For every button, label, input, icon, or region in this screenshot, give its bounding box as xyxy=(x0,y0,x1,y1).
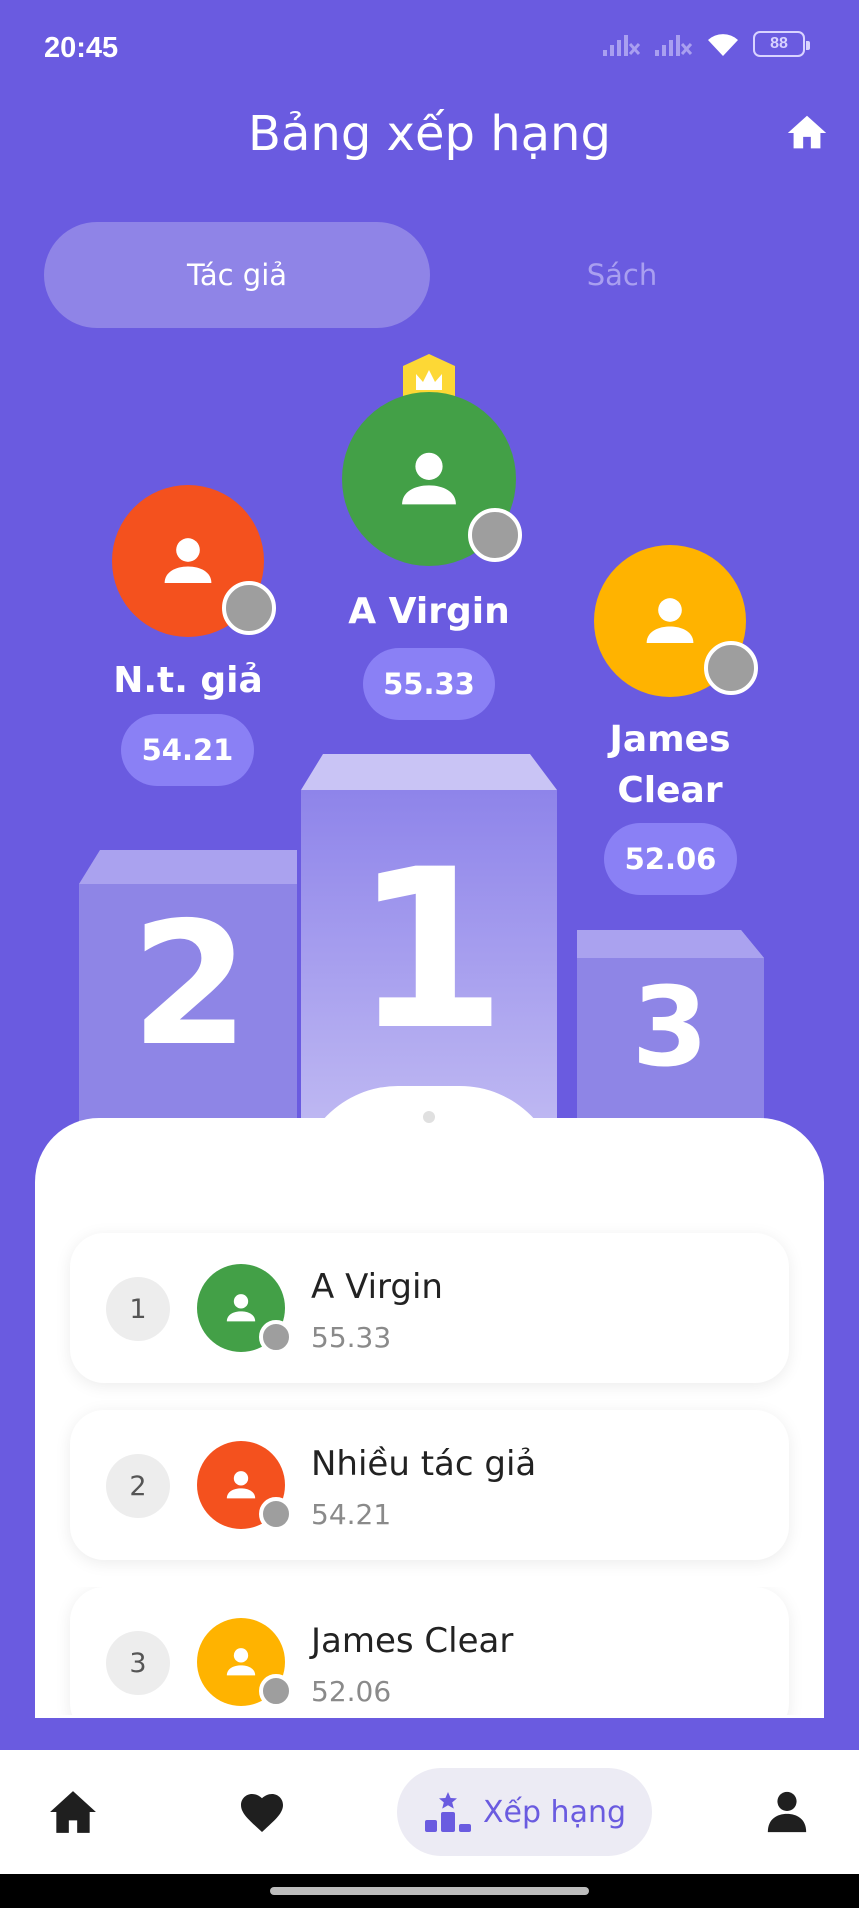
nav-ranking[interactable]: Xếp hạng xyxy=(397,1768,652,1856)
list-item[interactable]: 2 Nhiều tác giả 54.21 xyxy=(70,1410,789,1560)
status-dot xyxy=(704,641,758,695)
status-icons: 88 xyxy=(601,30,810,58)
podium-rank-1: 1 xyxy=(353,822,507,1078)
home-icon[interactable] xyxy=(48,1789,98,1835)
rank-number: 2 xyxy=(106,1454,170,1518)
avatar xyxy=(197,1264,293,1354)
list-clip: 3 James Clear 52.06 xyxy=(35,1587,824,1715)
list-item-name: A Virgin xyxy=(311,1267,443,1307)
person-icon xyxy=(226,1294,256,1322)
avatar-first[interactable] xyxy=(342,392,522,566)
avatar-third[interactable] xyxy=(594,545,758,697)
list-item-name: James Clear xyxy=(311,1621,514,1661)
list-item[interactable]: 1 A Virgin 55.33 xyxy=(70,1233,789,1383)
person-icon xyxy=(226,1471,256,1499)
heart-icon[interactable] xyxy=(238,1790,286,1834)
podium-rank-2: 2 xyxy=(130,886,250,1084)
podium-icon xyxy=(424,1792,471,1832)
signal-off-icon-2 xyxy=(655,35,693,56)
page-title: Bảng xếp hạng xyxy=(248,106,611,162)
avatar xyxy=(197,1618,293,1708)
wifi-icon xyxy=(708,34,738,56)
battery-icon: 88 xyxy=(753,31,810,57)
status-dot xyxy=(259,1674,293,1708)
second-place-name: N.t. giả xyxy=(113,660,263,701)
first-place-score: 55.33 xyxy=(363,648,495,720)
person-icon xyxy=(164,538,212,583)
person-icon xyxy=(402,452,456,505)
person-icon xyxy=(646,598,694,643)
tab-books[interactable]: Sách xyxy=(429,222,815,328)
status-dot xyxy=(468,508,522,562)
tab-authors[interactable]: Tác giả xyxy=(44,222,430,328)
nav-ranking-label: Xếp hạng xyxy=(482,1794,627,1830)
person-icon xyxy=(226,1648,256,1676)
third-place-name-line2: Clear xyxy=(617,770,723,811)
list-item-score: 54.21 xyxy=(311,1498,392,1531)
status-dot xyxy=(259,1497,293,1531)
third-place-name-line1: James xyxy=(609,719,731,760)
avatar xyxy=(197,1441,293,1531)
list-item[interactable]: 3 James Clear 52.06 xyxy=(70,1587,789,1715)
list-item-score: 55.33 xyxy=(311,1321,392,1354)
signal-off-icon xyxy=(603,35,641,56)
first-place-name: A Virgin xyxy=(348,591,510,632)
home-icon[interactable] xyxy=(784,110,830,156)
sheet-handle-dot xyxy=(423,1111,435,1123)
status-dot xyxy=(259,1320,293,1354)
person-icon[interactable] xyxy=(764,1788,810,1834)
rank-number: 3 xyxy=(106,1631,170,1695)
third-place-name: James Clear xyxy=(570,714,770,816)
avatar-second[interactable] xyxy=(112,485,276,637)
list-item-score: 52.06 xyxy=(311,1675,392,1708)
rank-number: 1 xyxy=(106,1277,170,1341)
status-dot xyxy=(222,581,276,635)
list-item-name: Nhiều tác giả xyxy=(311,1444,537,1484)
second-place-score: 54.21 xyxy=(121,714,254,786)
third-place-score: 52.06 xyxy=(604,823,737,895)
gesture-bar[interactable] xyxy=(270,1887,589,1895)
podium-rank-3: 3 xyxy=(631,963,709,1091)
status-time: 20:45 xyxy=(44,32,119,64)
